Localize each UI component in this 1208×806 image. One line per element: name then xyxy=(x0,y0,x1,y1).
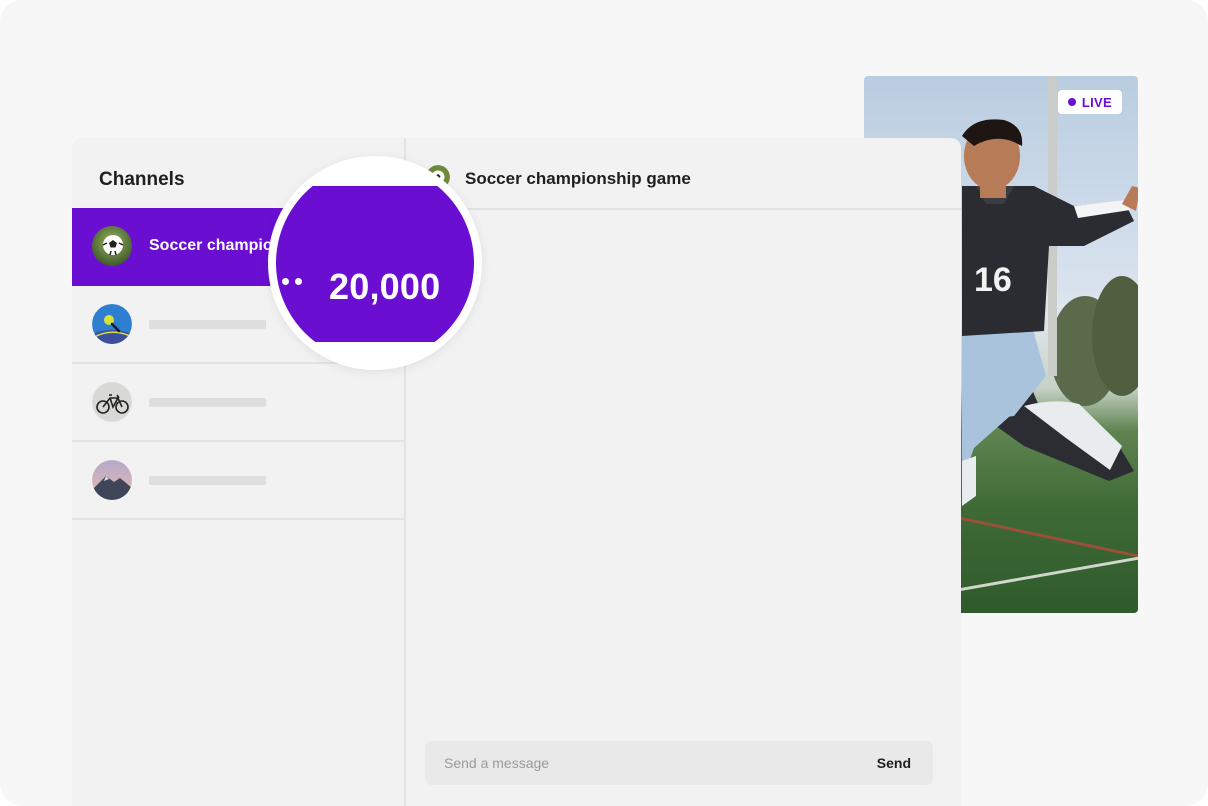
bicycle-avatar xyxy=(92,382,132,422)
channel-name-placeholder xyxy=(149,319,266,329)
viewer-count-magnifier: 20,000 xyxy=(268,156,482,370)
live-badge: LIVE xyxy=(1057,90,1122,114)
message-composer: Send xyxy=(425,741,933,785)
chat-title: Soccer championship game xyxy=(465,169,691,188)
magnified-active-channel: 20,000 xyxy=(276,186,474,342)
chat-header: Soccer championship game xyxy=(406,138,961,210)
send-button[interactable]: Send xyxy=(877,741,911,785)
soccer-ball-avatar xyxy=(92,226,132,266)
live-label: LIVE xyxy=(1081,94,1112,110)
tennis-ball-avatar xyxy=(92,304,132,344)
chat-window: Channels Soccer champio Soccer champions… xyxy=(72,138,961,806)
channel-item-cycling[interactable] xyxy=(72,364,404,442)
mountain-avatar xyxy=(92,460,132,500)
channel-name-soccer: Soccer champio xyxy=(149,237,273,254)
live-dot-icon xyxy=(1067,98,1076,106)
app-stage: 16 LIVE Channels Soccer champio Soccer c… xyxy=(0,0,1208,806)
channel-name-placeholder xyxy=(149,475,266,485)
channel-name-placeholder xyxy=(149,397,266,407)
magnifier-lens: 20,000 xyxy=(276,164,474,362)
ellipsis-icon xyxy=(282,278,302,285)
sidebar-title: Channels xyxy=(99,169,185,190)
channel-item-mountain[interactable] xyxy=(72,442,404,520)
message-input[interactable] xyxy=(425,741,845,785)
viewer-count: 20,000 xyxy=(329,266,441,307)
jersey-number: 16 xyxy=(974,261,1012,299)
